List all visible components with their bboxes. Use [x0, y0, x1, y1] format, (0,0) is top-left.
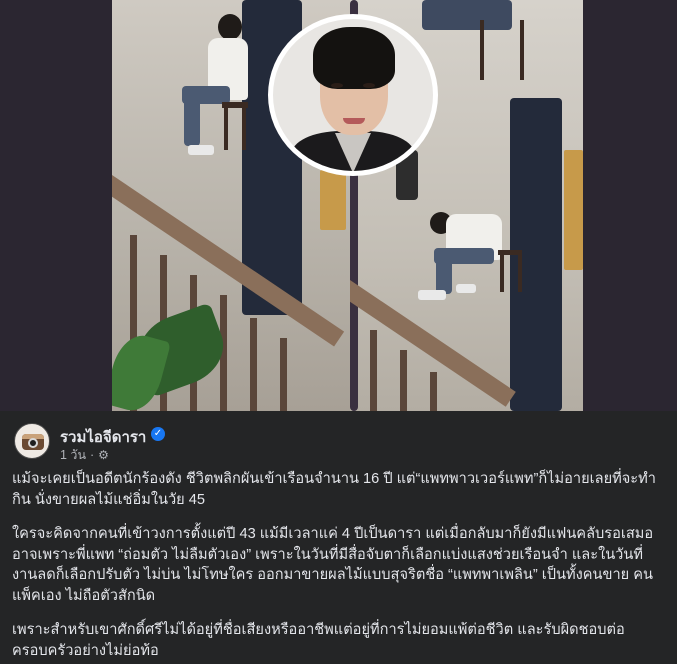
- post-timestamp[interactable]: 1 วัน: [60, 445, 86, 465]
- post-body: แม้จะเคยเป็นอดีตนักร้องดัง ชีวิตพลิกผันเ…: [12, 469, 667, 661]
- verified-badge-icon: ✓: [151, 427, 165, 441]
- photo-right-band: [583, 0, 677, 411]
- page-avatar[interactable]: [14, 423, 50, 459]
- post-meta: 1 วัน · ⚙: [60, 445, 109, 465]
- meta-separator: ·: [90, 448, 95, 462]
- post-paragraph: ใครจะคิดจากคนที่เข้าวงการตั้งแต่ปี 43 แม…: [12, 526, 654, 604]
- post-paragraph: แม้จะเคยเป็นอดีตนักร้องดัง ชีวิตพลิกผันเ…: [12, 471, 656, 508]
- post-header: รวมไอจีดารา ✓ 1 วัน · ⚙: [14, 423, 614, 463]
- post-paragraph: เพราะสำหรับเขาศักดิ์ศรีไม่ได้อยู่ที่ชื่อ…: [12, 622, 625, 659]
- photo-left-band: [0, 0, 112, 411]
- post-card: รวมไอจีดารา ✓ 1 วัน · ⚙ แม้จะเคยเป็นอดีต…: [0, 411, 677, 664]
- post-photo[interactable]: [0, 0, 677, 411]
- gear-icon[interactable]: ⚙: [98, 448, 109, 462]
- inset-portrait: [268, 14, 438, 176]
